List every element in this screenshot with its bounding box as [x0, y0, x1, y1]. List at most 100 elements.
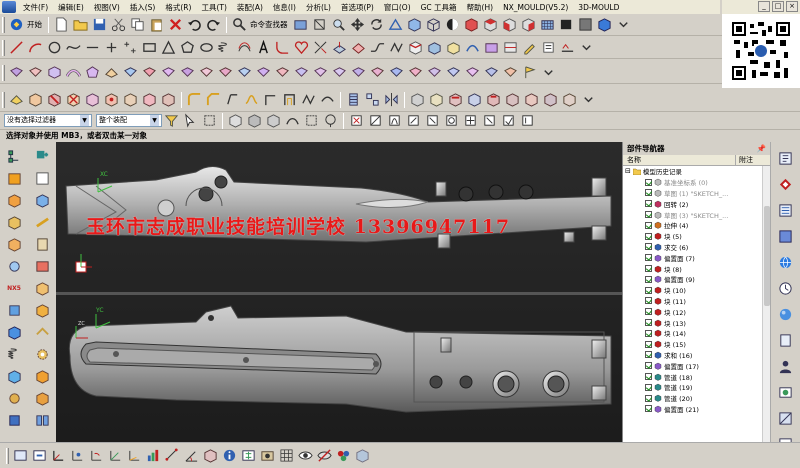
- replace-face-icon[interactable]: [447, 91, 464, 108]
- tree-node[interactable]: 求交 (6): [623, 242, 770, 253]
- tree-node[interactable]: 拉伸 (4): [623, 220, 770, 231]
- tree-node[interactable]: 草图 (1) "SKETCH_...: [623, 188, 770, 199]
- save-icon[interactable]: [91, 16, 108, 33]
- extension-icon[interactable]: [217, 64, 234, 81]
- snap-on-face-icon[interactable]: [519, 112, 536, 129]
- filter-settings-icon[interactable]: [163, 112, 180, 129]
- drafting-icon[interactable]: [6, 302, 23, 319]
- point-icon[interactable]: [103, 39, 120, 56]
- visibility-checkbox[interactable]: [645, 265, 652, 273]
- tree-node[interactable]: 管道 (18): [623, 371, 770, 382]
- helix-icon[interactable]: [217, 39, 234, 56]
- snapshot-icon[interactable]: [259, 447, 276, 464]
- fixture-icon[interactable]: [34, 390, 51, 407]
- snap-intersection-icon[interactable]: [424, 112, 441, 129]
- tree-node[interactable]: 偏置面 (7): [623, 252, 770, 263]
- close-button[interactable]: ×: [786, 1, 798, 12]
- start-icon[interactable]: [8, 16, 25, 33]
- studio-surface-icon[interactable]: [122, 64, 139, 81]
- view-top-icon[interactable]: [482, 16, 499, 33]
- offset-face-tool-icon[interactable]: [262, 91, 279, 108]
- shape-studio-icon[interactable]: [6, 324, 23, 341]
- visibility-checkbox[interactable]: [645, 211, 652, 219]
- mesh-icon[interactable]: [539, 16, 556, 33]
- reverse-normal-icon[interactable]: [483, 64, 500, 81]
- wrap-curve-icon[interactable]: [502, 39, 519, 56]
- cone-feature-icon[interactable]: [65, 91, 82, 108]
- tree-node[interactable]: 回转 (2): [623, 198, 770, 209]
- visibility-checkbox[interactable]: [645, 329, 652, 337]
- perspective-icon[interactable]: [387, 16, 404, 33]
- surface-through-curves-icon[interactable]: [8, 64, 25, 81]
- draft-icon[interactable]: [224, 91, 241, 108]
- collapse-icon[interactable]: ⊟: [625, 167, 631, 175]
- visibility-checkbox[interactable]: [645, 189, 652, 197]
- layer-icon[interactable]: [558, 16, 575, 33]
- shaded-icon[interactable]: [406, 16, 423, 33]
- hide-icon[interactable]: [316, 447, 333, 464]
- x-form-icon[interactable]: [312, 64, 329, 81]
- maximize-button[interactable]: □: [772, 1, 784, 12]
- quilt-icon[interactable]: [464, 64, 481, 81]
- measure-distance-icon[interactable]: [164, 447, 181, 464]
- visibility-checkbox[interactable]: [645, 275, 652, 283]
- offset-curve-icon[interactable]: [236, 39, 253, 56]
- visibility-checkbox[interactable]: [645, 383, 652, 391]
- mirror-icon[interactable]: [383, 91, 400, 108]
- grid-icon[interactable]: [278, 447, 295, 464]
- toolbar-grip[interactable]: [2, 64, 5, 81]
- pad-feature-icon[interactable]: [160, 91, 177, 108]
- offset-surface-icon[interactable]: [198, 64, 215, 81]
- view-right-icon[interactable]: [520, 16, 537, 33]
- show-hide-icon[interactable]: [297, 447, 314, 464]
- line-icon[interactable]: [8, 39, 25, 56]
- menu-analysis[interactable]: 分析(L): [301, 2, 336, 13]
- tree-node[interactable]: 求和 (16): [623, 350, 770, 361]
- isoparametric-icon[interactable]: [445, 39, 462, 56]
- select-all-icon[interactable]: [182, 112, 199, 129]
- tree-node[interactable]: 块 (5): [623, 231, 770, 242]
- deselect-icon[interactable]: [201, 112, 218, 129]
- visibility-checkbox[interactable]: [645, 221, 652, 229]
- thicken-icon[interactable]: [274, 64, 291, 81]
- shell-icon[interactable]: [243, 91, 260, 108]
- gradient-bg-icon[interactable]: [577, 16, 594, 33]
- minimize-button[interactable]: _: [758, 1, 770, 12]
- fit-icon[interactable]: [311, 16, 328, 33]
- edit-curve-icon[interactable]: [521, 39, 538, 56]
- wireframe-icon[interactable]: [425, 16, 442, 33]
- through-curve-mesh-icon[interactable]: [27, 64, 44, 81]
- visibility-checkbox[interactable]: [645, 340, 652, 348]
- point-set-icon[interactable]: [122, 39, 139, 56]
- paste-icon[interactable]: [148, 16, 165, 33]
- tree-node[interactable]: 草图 (3) "SKETCH_...: [623, 209, 770, 220]
- snap-existing-icon[interactable]: [481, 112, 498, 129]
- gs-paste-icon[interactable]: [523, 91, 540, 108]
- tree-node[interactable]: 管道 (20): [623, 393, 770, 404]
- snap-midpoint-icon[interactable]: [386, 112, 403, 129]
- selection-scope-select[interactable]: 整个装配 ▼: [96, 114, 162, 127]
- ellipse-icon[interactable]: [198, 39, 215, 56]
- process-tab-icon[interactable]: [776, 330, 796, 350]
- section-curve-icon[interactable]: [426, 39, 443, 56]
- view-front-icon[interactable]: [501, 16, 518, 33]
- open-file-icon[interactable]: [72, 16, 89, 33]
- n-sided-surface-icon[interactable]: [84, 64, 101, 81]
- i-form-icon[interactable]: [331, 64, 348, 81]
- wcs-dynamic-icon[interactable]: [69, 447, 86, 464]
- menu-assembly[interactable]: 装配(A): [232, 2, 268, 13]
- roles-icon[interactable]: [6, 258, 23, 275]
- menu-gc-toolbox[interactable]: GC 工具箱: [416, 2, 462, 13]
- gs-delete-icon[interactable]: [542, 91, 559, 108]
- navigator-scrollbar[interactable]: [762, 166, 770, 442]
- mold-wizard-icon[interactable]: [6, 368, 23, 385]
- trim-body-icon[interactable]: [300, 91, 317, 108]
- menu-3d-mould[interactable]: 3D-MOULD: [573, 3, 624, 12]
- menu-file[interactable]: 文件(F): [18, 2, 53, 13]
- tree-node[interactable]: 块 (13): [623, 317, 770, 328]
- tree-node[interactable]: 块 (15): [623, 339, 770, 350]
- pan-icon[interactable]: [349, 16, 366, 33]
- type-filter-select[interactable]: 没有选择过滤器 ▼: [4, 114, 92, 127]
- tree-node[interactable]: 管道 (19): [623, 382, 770, 393]
- thread-icon[interactable]: [345, 91, 362, 108]
